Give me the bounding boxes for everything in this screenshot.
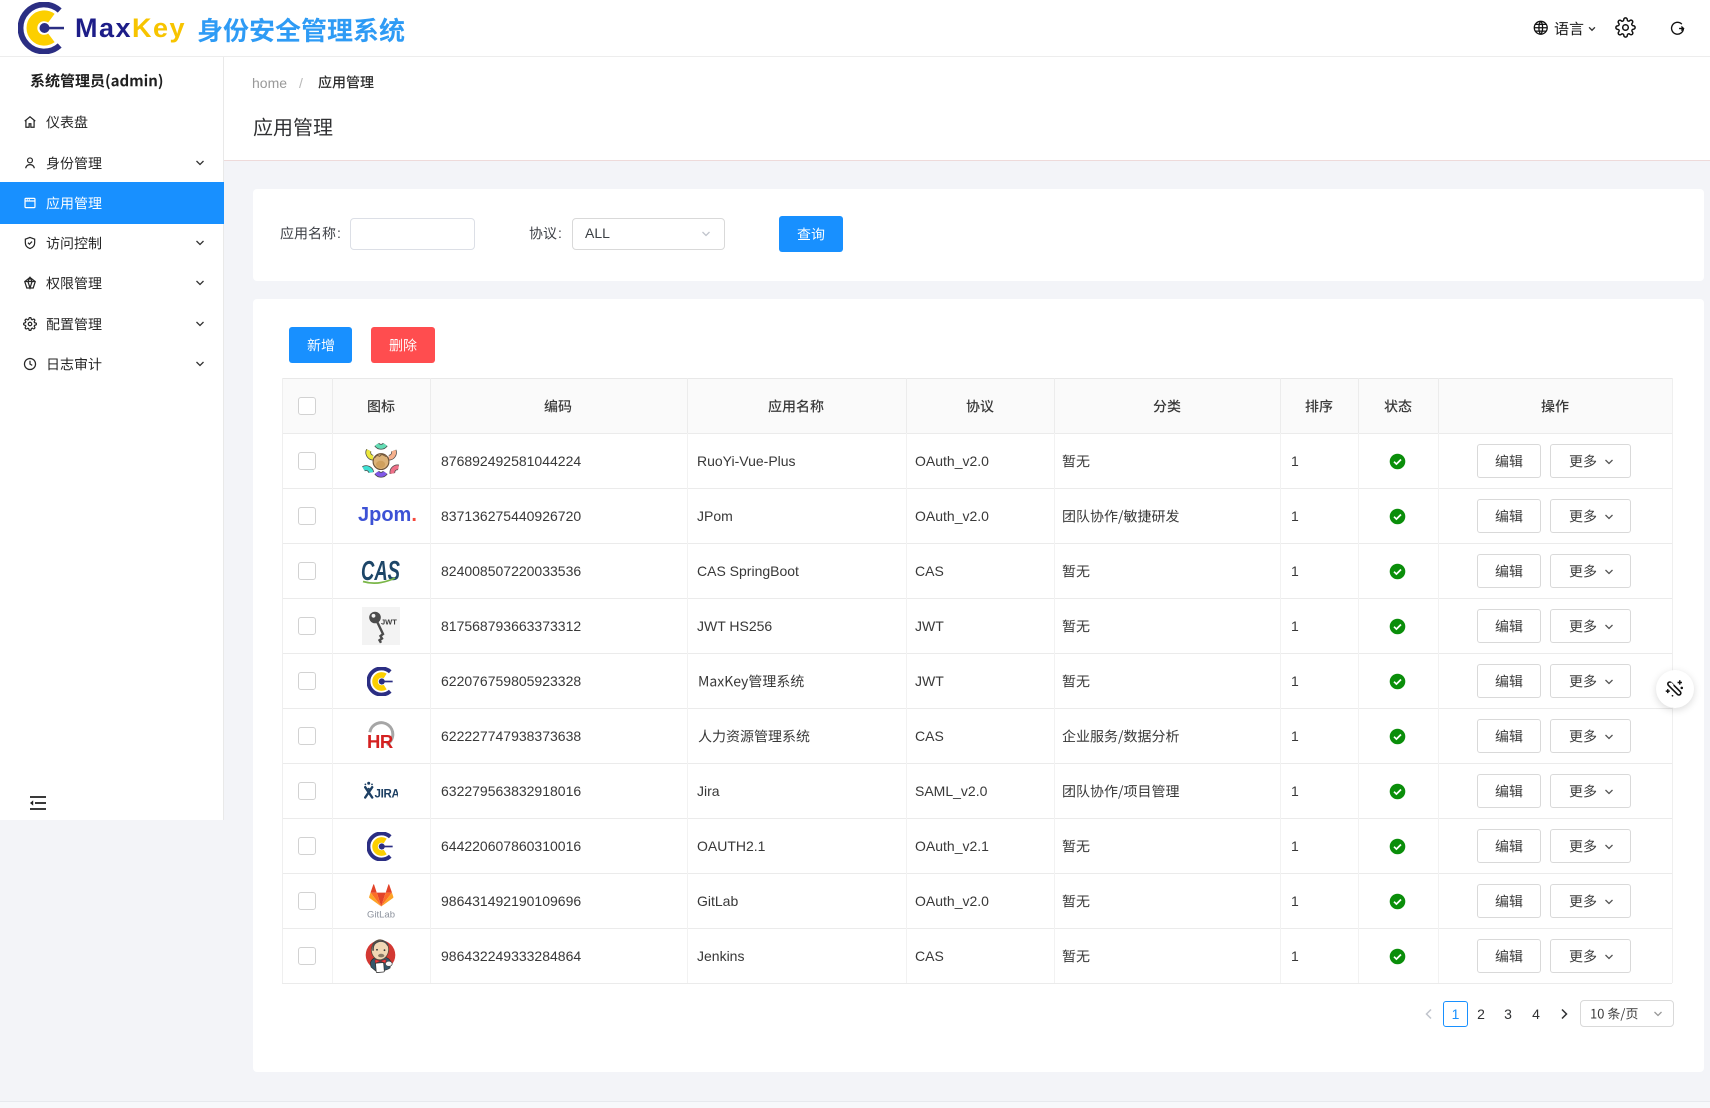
- svg-text:JIRA: JIRA: [375, 789, 399, 801]
- svg-text:JWT: JWT: [381, 618, 397, 627]
- svg-text:GitLab: GitLab: [367, 910, 395, 921]
- svg-text:HR: HR: [367, 731, 393, 752]
- svg-text:CAS: CAS: [361, 557, 400, 585]
